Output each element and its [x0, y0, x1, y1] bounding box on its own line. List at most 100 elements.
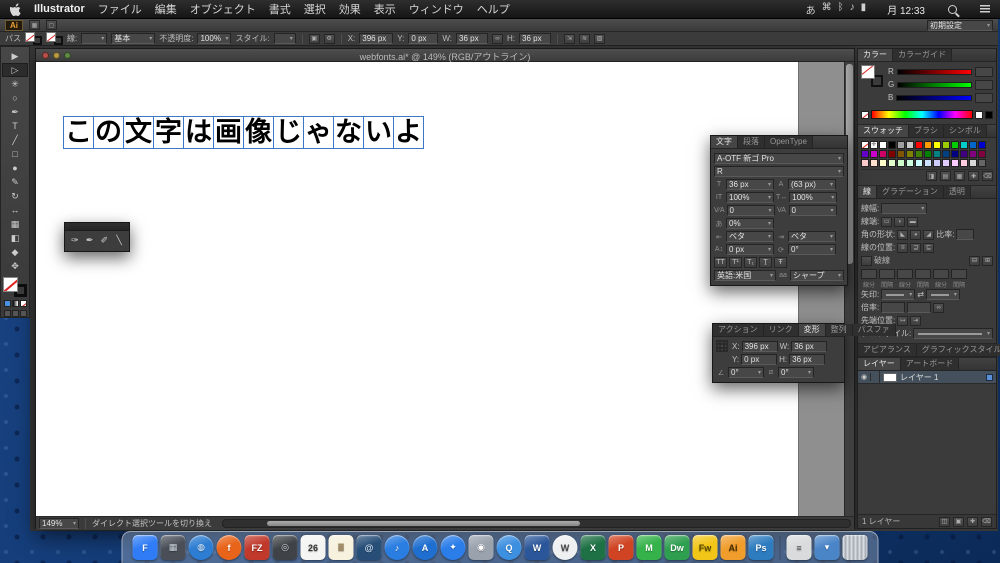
transform-tab-2[interactable]: 変形: [798, 324, 826, 336]
menu-item-4[interactable]: 選択: [304, 1, 326, 17]
notification-center-icon[interactable]: [980, 5, 990, 13]
dash-preserve-icon[interactable]: ⊟: [969, 255, 980, 266]
swatch-35[interactable]: [924, 159, 932, 167]
dash-box-1[interactable]: [879, 268, 895, 279]
vertical-scrollbar[interactable]: [844, 62, 854, 516]
leading-select[interactable]: (63 px): [788, 179, 836, 190]
baseline-shift-input[interactable]: 0 px: [726, 244, 774, 255]
draw-normal-icon[interactable]: [3, 310, 11, 317]
swatches-tab-2[interactable]: シンボル: [943, 125, 987, 137]
cap-projecting-icon[interactable]: ▬: [907, 216, 919, 227]
aki-left-select[interactable]: ベタ: [726, 231, 774, 242]
font-style-select[interactable]: R: [714, 166, 844, 177]
char-rotation-input[interactable]: 0°: [788, 244, 836, 255]
horizontal-scrollbar[interactable]: [222, 519, 851, 528]
swatch-25[interactable]: [960, 150, 968, 158]
character-tab-2[interactable]: OpenType: [765, 136, 813, 148]
opacity-input[interactable]: 100%: [197, 33, 232, 44]
canvas-text-object[interactable]: この文字は画像じゃないよ: [63, 116, 424, 149]
zoom-select[interactable]: 149%: [39, 518, 79, 529]
tsume-select[interactable]: 0%: [726, 218, 774, 229]
dock-icon-wordpress[interactable]: W: [552, 535, 578, 560]
font-family-select[interactable]: A-OTF 新ゴ Pro: [714, 153, 844, 164]
gradient-tool[interactable]: ◧: [2, 231, 28, 245]
menubar-status-icon-4[interactable]: ▮: [861, 2, 867, 17]
align-outside-icon[interactable]: ⊑: [923, 242, 935, 253]
spotlight-icon[interactable]: [948, 4, 957, 14]
rectangle-tool[interactable]: □: [2, 147, 28, 161]
dashed-checkbox[interactable]: [861, 255, 872, 266]
free-transform-tool[interactable]: ▦: [2, 217, 28, 231]
dock-icon-word[interactable]: W: [524, 535, 550, 560]
join-bevel-icon[interactable]: ◢: [923, 229, 935, 240]
document-setup-icon[interactable]: ▣: [308, 33, 320, 44]
dock-icon-calendar[interactable]: 26: [300, 535, 326, 560]
gradient-button[interactable]: [11, 300, 19, 307]
join-miter-icon[interactable]: ◣: [897, 229, 909, 240]
y-input[interactable]: 0 px: [408, 33, 439, 44]
x-input[interactable]: 396 px: [359, 33, 394, 44]
swatch-18[interactable]: [897, 150, 905, 158]
eyedropper-tool[interactable]: ◆: [2, 245, 28, 259]
swatch-30[interactable]: [879, 159, 887, 167]
brush-select[interactable]: 基本: [111, 33, 156, 44]
swatch-4[interactable]: [897, 141, 905, 149]
swatch-16[interactable]: [879, 150, 887, 158]
swatch-11[interactable]: [960, 141, 968, 149]
menubar-status-icon-1[interactable]: ⌘: [822, 2, 832, 17]
reference-point-locator[interactable]: [716, 340, 728, 352]
swatch-32[interactable]: [897, 159, 905, 167]
width-tool[interactable]: ↔: [2, 203, 28, 217]
menu-item-2[interactable]: オブジェクト: [190, 1, 256, 17]
antialias-select[interactable]: シャープ: [790, 270, 844, 281]
stroke-swatch[interactable]: [46, 32, 63, 45]
type-style-icon-3[interactable]: Ṯ: [759, 257, 772, 268]
swatch-9[interactable]: [942, 141, 950, 149]
pencil-tool[interactable]: ✎: [2, 175, 28, 189]
join-round-icon[interactable]: ◕: [910, 229, 922, 240]
cap-butt-icon[interactable]: ▭: [881, 216, 893, 227]
menu-item-3[interactable]: 書式: [269, 1, 291, 17]
swatch-20[interactable]: [915, 150, 923, 158]
transform-tab-4[interactable]: パスファ: [852, 324, 896, 336]
channel-value-B[interactable]: [975, 92, 993, 103]
arrow-scale-end-input[interactable]: [907, 302, 932, 313]
menu-item-1[interactable]: 編集: [155, 1, 177, 17]
swatch-39[interactable]: [960, 159, 968, 167]
dock-icon-earth-browser[interactable]: ◍: [188, 535, 214, 560]
swatch-40[interactable]: [969, 159, 977, 167]
stroke-tab-1[interactable]: グラデーション: [877, 186, 944, 198]
link-dimensions-icon[interactable]: ∞: [492, 33, 504, 44]
link-scale-icon[interactable]: ∞: [933, 302, 945, 313]
stroke-width-select[interactable]: [81, 33, 108, 44]
document-titlebar[interactable]: webfonts.ai* @ 149% (RGB/アウトライン): [36, 49, 854, 62]
swatch-22[interactable]: [933, 150, 941, 158]
menu-item-5[interactable]: 効果: [339, 1, 361, 17]
dock-icon-notes[interactable]: ≣: [328, 535, 354, 560]
dock-icon-downloads[interactable]: ▾: [814, 535, 840, 560]
dock-icon-fireworks[interactable]: Fw: [692, 535, 718, 560]
cap-round-icon[interactable]: ◖: [894, 216, 906, 227]
swatches-footer-icon-2[interactable]: ▦: [954, 171, 965, 181]
eyedropper-tool[interactable]: ✑: [69, 233, 81, 247]
swap-arrows-icon[interactable]: ⇄: [917, 290, 924, 299]
swatch-36[interactable]: [933, 159, 941, 167]
channel-slider-b[interactable]: [896, 94, 972, 101]
layers-tab-1[interactable]: アートボード: [900, 358, 960, 370]
menu-item-6[interactable]: 表示: [374, 1, 396, 17]
tx-input[interactable]: 396 px: [741, 341, 778, 352]
hand-tool[interactable]: ✥: [2, 259, 28, 273]
swatch-38[interactable]: [951, 159, 959, 167]
paintbrush-tool[interactable]: ●: [2, 161, 28, 175]
menubar-status-icon-0[interactable]: あ: [806, 2, 816, 17]
layers-footer-icon-2[interactable]: ✚: [967, 516, 978, 527]
channel-value-R[interactable]: [975, 66, 993, 77]
draw-behind-icon[interactable]: [11, 310, 19, 317]
style-select[interactable]: [273, 33, 296, 44]
type-style-icon-1[interactable]: T¹: [729, 257, 742, 268]
tip-extend-icon[interactable]: ↦: [897, 315, 909, 326]
swatch-15[interactable]: [870, 150, 878, 158]
dash-box-2[interactable]: [897, 268, 913, 279]
vertical-scale-input[interactable]: 100%: [726, 192, 774, 203]
appearance-tab-0[interactable]: アピアランス: [858, 344, 917, 356]
